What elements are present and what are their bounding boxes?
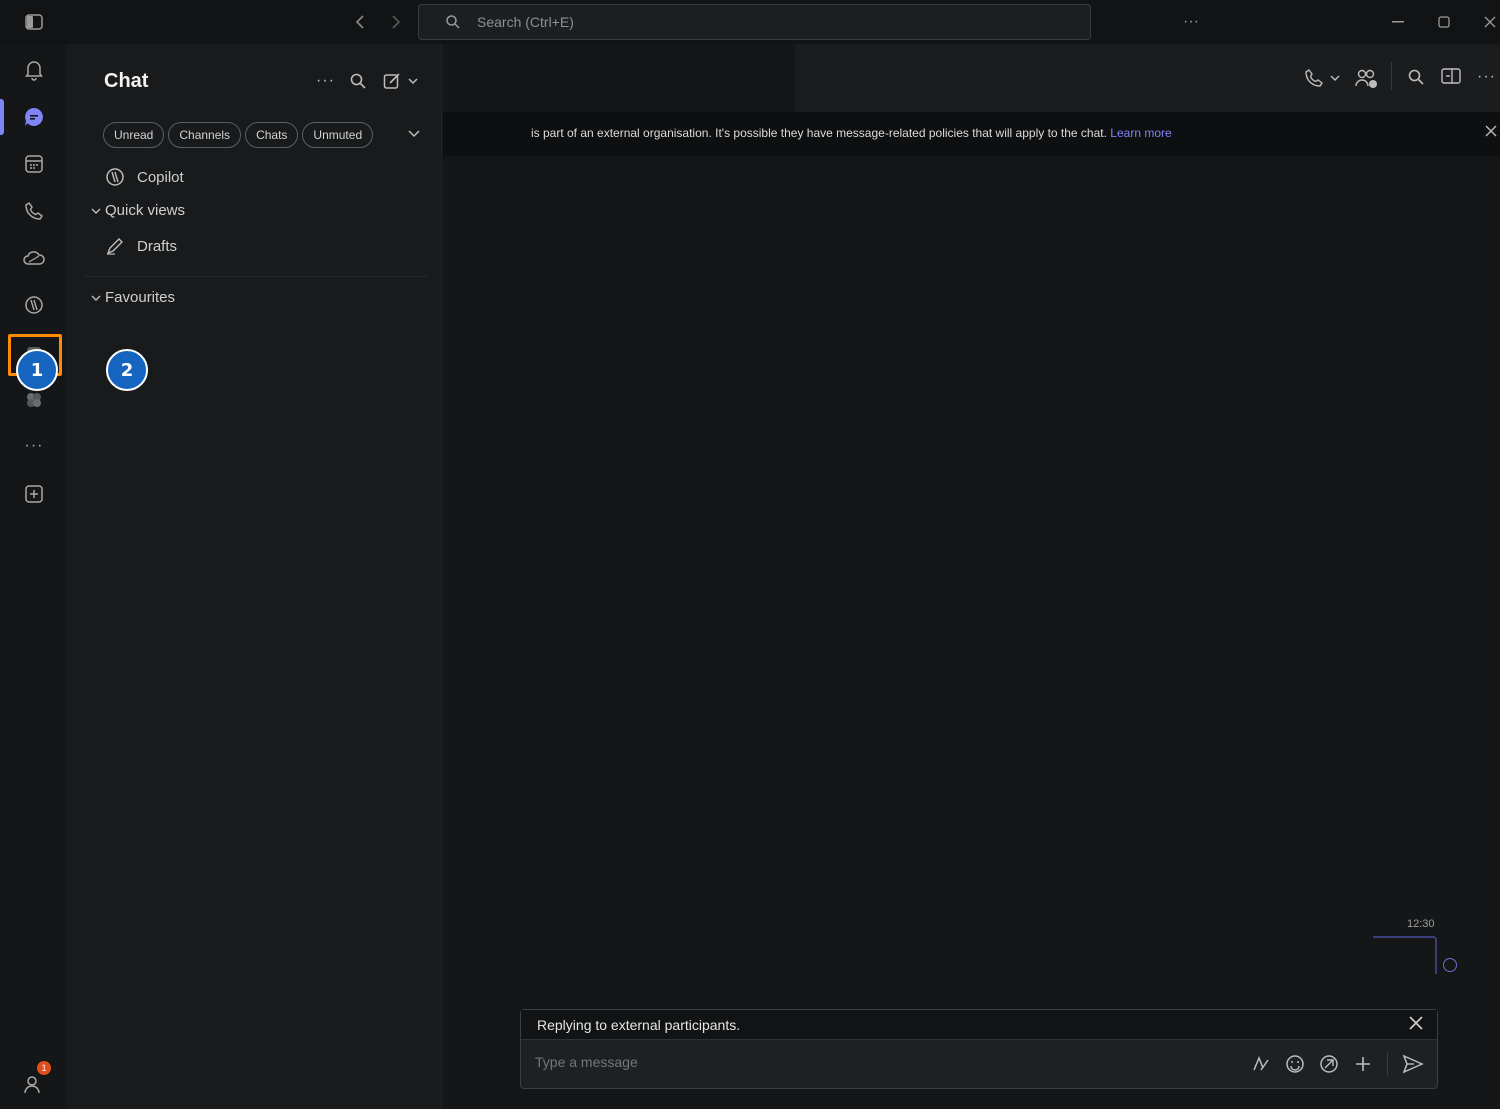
favourites-label: Favourites [105,289,176,306]
list-divider [85,276,427,277]
chat-more-icon[interactable]: ··· [316,70,335,92]
reply-notice-text: Replying to external participants. [537,1016,741,1033]
send-icon[interactable] [1402,1054,1424,1074]
forward-icon[interactable] [384,10,408,34]
external-org-banner: is part of an external organisation. It'… [443,112,1500,156]
notification-badge: 1 [36,1060,52,1076]
step-badge-2: 2 [106,349,148,391]
filters-expand-chevron-icon[interactable] [407,126,421,142]
conversation-header: ··· [443,44,1500,112]
message-input[interactable] [535,1054,1135,1070]
maximize-icon[interactable] [1432,10,1456,34]
read-receipt-icon [1443,958,1457,972]
emoji-icon[interactable] [1285,1054,1305,1074]
calendar-icon[interactable] [18,148,50,180]
settings-more-icon[interactable]: ··· [1179,10,1203,34]
filter-unread[interactable]: Unread [103,122,165,148]
message-composer: Replying to external participants. [520,1009,1438,1089]
more-apps-icon[interactable]: ··· [18,430,50,462]
open-panel-icon[interactable] [1441,68,1461,84]
banner-close-icon[interactable] [1485,124,1497,142]
chat-icon[interactable] [18,101,50,133]
onedrive-cloud-icon[interactable] [18,242,50,274]
add-app-icon[interactable] [18,478,50,510]
filter-chips: Unread Channels Chats Unmuted [103,122,374,148]
banner-message: is part of an external organisation. It'… [531,126,1107,140]
back-icon[interactable] [348,10,372,34]
copilot-icon [106,168,124,186]
conversation-search-icon[interactable] [1407,68,1425,86]
message-bubble[interactable] [1373,936,1437,974]
drafts-label: Drafts [137,237,178,255]
step-badge-1: 1 [16,349,58,391]
page-title: Chat [104,70,149,92]
conversation-area: ··· is part of an external organisation.… [443,44,1500,1109]
header-separator [1391,62,1392,90]
app-rail: ··· [0,44,68,1109]
format-icon[interactable] [1251,1054,1271,1074]
filter-unmuted[interactable]: Unmuted [302,122,374,148]
search-icon [446,15,460,29]
conversation-more-icon[interactable]: ··· [1477,68,1496,86]
external-reply-notice: Replying to external participants. [521,1010,1437,1040]
message-timestamp: 12:30 [1407,918,1435,930]
quick-views-section[interactable]: Quick views [91,202,185,219]
chevron-down-icon [91,295,101,301]
active-indicator [0,99,4,135]
list-item-copilot[interactable]: Copilot [105,167,184,187]
search-box[interactable]: Search (Ctrl+E) [418,4,1091,40]
copilot-icon[interactable] [18,289,50,321]
composer-separator [1387,1052,1388,1076]
filter-channels[interactable]: Channels [168,122,242,148]
chevron-down-icon [91,208,101,214]
attach-plus-icon[interactable] [1353,1054,1373,1074]
chat-search-icon[interactable] [349,70,367,92]
quick-views-label: Quick views [105,202,186,219]
minimize-icon[interactable] [1386,10,1410,34]
banner-text: is part of an external organisation. It'… [531,126,1172,140]
learn-more-link[interactable]: Learn more [1110,126,1171,140]
composer-tools [1251,1052,1424,1076]
drafts-pen-icon [106,238,123,255]
calls-phone-icon[interactable] [18,195,50,227]
conversation-header-bar [795,44,1500,112]
search-placeholder: Search (Ctrl+E) [477,14,574,30]
list-item-drafts[interactable]: Drafts [105,236,177,256]
activity-bell-icon[interactable] [18,54,50,86]
loop-icon[interactable] [1319,1054,1339,1074]
copilot-label: Copilot [137,168,184,186]
teams-app: Search (Ctrl+E) ··· ··· 1 Chat ··· Unrea… [0,0,1500,1109]
favourites-section[interactable]: Favourites [91,289,175,306]
new-chat-icon[interactable] [383,70,421,92]
reply-notice-close-icon[interactable] [1409,1014,1423,1035]
chat-list-pane: Chat ··· Unread Channels Chats Unmuted C… [69,44,442,1109]
call-icon[interactable] [1305,68,1341,88]
add-people-icon[interactable] [1355,68,1379,90]
sidebar-toggle-icon[interactable] [22,10,46,34]
filter-chats[interactable]: Chats [245,122,299,148]
title-bar: Search (Ctrl+E) ··· [0,0,1500,44]
close-window-icon[interactable] [1478,10,1500,34]
